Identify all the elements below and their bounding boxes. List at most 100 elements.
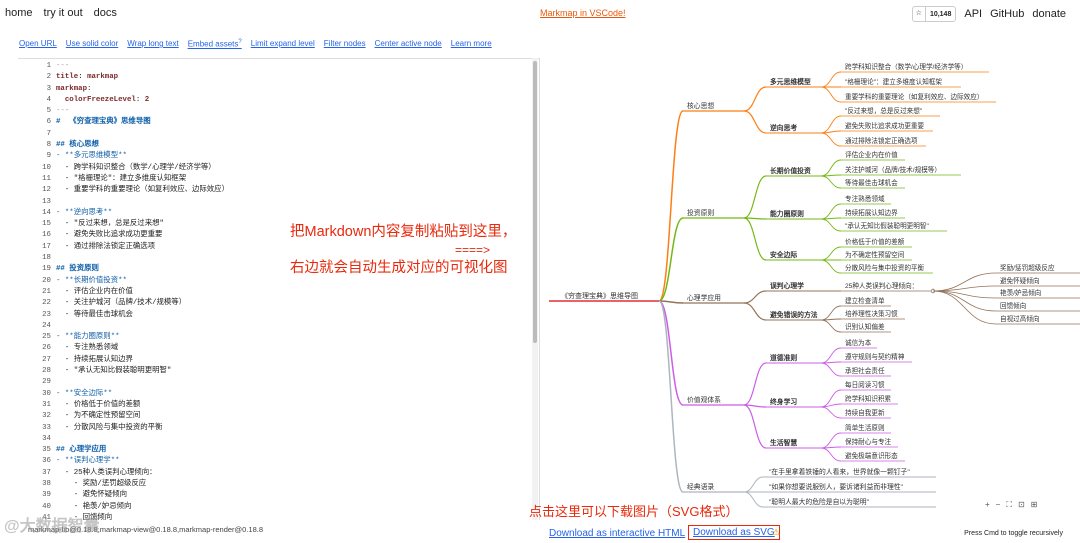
leaf-label[interactable]: 培养理性决策习惯 [845, 309, 898, 318]
code-line[interactable]: - 持续拓展认知边界 [56, 355, 526, 366]
nav-home[interactable]: home [5, 7, 33, 19]
child-label[interactable]: 安全边际 [770, 250, 797, 259]
code-line[interactable]: - **安全边际** [56, 389, 526, 400]
leaf-label[interactable]: 跨学科知识整合（数学/心理学/经济学等） [845, 62, 967, 71]
leaf-label[interactable]: 承担社会责任 [845, 366, 885, 375]
code-line[interactable]: ## 核心思想 [56, 140, 526, 151]
embed-assets-link[interactable]: Embed assets? [188, 39, 242, 49]
branch-label[interactable]: 经典语录 [687, 482, 714, 491]
nav-github[interactable]: GitHub [990, 8, 1024, 20]
sub-label[interactable]: 艳羡/妒忌倾向 [1000, 288, 1041, 297]
leaf-label[interactable]: 价格低于价值的差额 [845, 237, 905, 246]
leaf-label[interactable]: 诚信为本 [845, 338, 872, 347]
code-line[interactable]: - 价格低于价值的差额 [56, 400, 526, 411]
fit-icon[interactable]: ⛶ [1006, 500, 1012, 510]
code-line[interactable]: # 《穷查理宝典》思维导图 [56, 117, 526, 128]
markdown-editor[interactable]: 1 2 3 4 5 6 7 8 9 10 11 12 13 14 15 16 17 18 19 20 21 22 23 24 2… [18, 58, 540, 520]
code-line[interactable]: - **长期价值投资** [56, 276, 526, 287]
open-url-link[interactable]: Open URL [19, 39, 57, 49]
leaf-label[interactable]: 评估企业内在价值 [845, 150, 898, 159]
child-label[interactable]: 能力圈原则 [770, 209, 804, 218]
branch-label[interactable]: 投资原则 [687, 208, 714, 217]
sub-label[interactable]: 自视过高倾向 [1000, 314, 1040, 323]
code-line[interactable]: - 分散风险与集中投资的平衡 [56, 423, 526, 434]
child-label[interactable]: 长期价值投资 [770, 166, 811, 175]
code-line[interactable]: ## 心理学应用 [56, 445, 526, 456]
leaf-label[interactable]: 简单生活原则 [845, 423, 885, 432]
editor-scrollbar[interactable] [532, 58, 538, 520]
leaf-label[interactable]: 为不确定性预留空间 [845, 250, 905, 259]
leaf-label[interactable]: 保持耐心与专注 [845, 437, 892, 446]
code-line[interactable]: colorFreezeLevel: 2 [56, 95, 526, 106]
download-svg-link[interactable]: Download as SVG [688, 525, 780, 540]
filter-nodes-link[interactable]: Filter nodes [324, 39, 366, 49]
leaf-label[interactable]: "在手里拿着铁锤的人看来，世界就像一颗钉子" [769, 467, 910, 476]
mindmap-canvas[interactable]: 《穷查理宝典》思维导图 核心思想 多元思维模型 跨学科知识整合（数学/心理学/经济学等… [541, 58, 1080, 520]
leaf-label[interactable]: 建立检查清单 [845, 296, 885, 305]
code-line[interactable]: - 专注熟悉领域 [56, 343, 526, 354]
leaf-label[interactable]: 持续自我更新 [845, 408, 885, 417]
code-line[interactable]: - 为不确定性预留空间 [56, 411, 526, 422]
fullscreen-icon[interactable]: ⊞ [1031, 500, 1038, 510]
code-line[interactable] [56, 321, 526, 332]
leaf-label[interactable]: "如果你想要说服别人，要诉诸利益而非理性" [769, 482, 904, 491]
code-line[interactable]: - 跨学科知识整合（数学/心理学/经济学等） [56, 163, 526, 174]
nav-docs[interactable]: docs [94, 7, 117, 19]
leaf-label[interactable]: 专注熟悉领域 [845, 194, 885, 203]
code-line[interactable]: markmap: [56, 84, 526, 95]
leaf-label[interactable]: 识别认知偏差 [845, 322, 885, 331]
code-line[interactable] [56, 197, 526, 208]
code-line[interactable]: - "承认无知比假装聪明更明智" [56, 366, 526, 377]
code-area[interactable]: --- title: markmap markmap: colorFreezeLev… [56, 61, 526, 520]
leaf-label[interactable]: 等待最佳击球机会 [845, 178, 898, 187]
leaf-label[interactable]: "承认无知比假装聪明更明智" [845, 221, 929, 230]
leaf-label[interactable]: 避免极端意识形态 [845, 451, 898, 460]
code-line[interactable]: - 关注护城河（品牌/技术/规模等） [56, 298, 526, 309]
leaf-label[interactable]: "聪明人最大的危险是自以为聪明" [769, 497, 870, 506]
code-line[interactable] [56, 434, 526, 445]
scrollbar-thumb[interactable] [533, 61, 537, 343]
code-line[interactable]: title: markmap [56, 72, 526, 83]
leaf-label[interactable]: 避免失败比追求成功更重要 [845, 121, 925, 130]
code-line[interactable]: - 评估企业内在价值 [56, 287, 526, 298]
code-line[interactable]: --- [56, 61, 526, 72]
nav-donate[interactable]: donate [1032, 8, 1066, 20]
branch-label[interactable]: 价值观体系 [687, 395, 721, 404]
leaf-label[interactable]: 25种人类误判心理倾向： [845, 281, 918, 290]
code-line[interactable]: - **多元思维模型** [56, 151, 526, 162]
recurse-icon[interactable]: ⊡ [1018, 500, 1025, 510]
leaf-label[interactable]: 持续拓展认知边界 [845, 208, 898, 217]
sub-label[interactable]: 奖励/惩罚超级反应 [1000, 263, 1055, 272]
leaf-label[interactable]: 每日阅读习惯 [845, 380, 885, 389]
leaf-label[interactable]: "反过来想，总是反过来想" [845, 106, 923, 115]
leaf-label[interactable]: 跨学科知识积累 [845, 394, 892, 403]
leaf-label[interactable]: 重要学科的重要理论（如复利效应、边际效应） [845, 92, 983, 101]
sub-label[interactable]: 回馈倾向 [1000, 301, 1026, 310]
code-line[interactable] [56, 377, 526, 388]
leaf-label[interactable]: 分散风险与集中投资的平衡 [845, 263, 925, 272]
solid-color-link[interactable]: Use solid color [66, 39, 118, 49]
child-label[interactable]: 多元思维模型 [770, 77, 811, 86]
branch-label[interactable]: 核心思想 [687, 101, 714, 110]
code-line[interactable]: - 避免怀疑倾向 [56, 490, 526, 501]
leaf-label[interactable]: 通过排除法锁定正确选项 [845, 136, 918, 145]
code-line[interactable]: - 等待最佳击球机会 [56, 310, 526, 321]
code-line[interactable]: - 回馈倾向 [56, 513, 526, 520]
zoom-out-icon[interactable]: − [996, 500, 1001, 510]
vscode-banner-link[interactable]: Markmap in VSCode! [540, 8, 626, 18]
root-node-label[interactable]: 《穷查理宝典》思维导图 [561, 291, 638, 300]
child-label[interactable]: 生活智慧 [770, 438, 797, 447]
leaf-label[interactable]: 关注护城河（品牌/技术/规模等） [845, 165, 941, 174]
branch-label[interactable]: 心理学应用 [687, 293, 721, 302]
code-line[interactable]: - **逆向思考** [56, 208, 526, 219]
zoom-in-icon[interactable]: + [985, 500, 990, 510]
center-active-link[interactable]: Center active node [375, 39, 442, 49]
child-label[interactable]: 终身学习 [770, 397, 797, 406]
code-line[interactable]: - "格栅理论"：建立多维度认知框架 [56, 174, 526, 185]
child-label[interactable]: 逆向思考 [770, 123, 797, 132]
code-line[interactable] [56, 129, 526, 140]
download-html-link[interactable]: Download as interactive HTML [549, 528, 685, 539]
leaf-label[interactable]: 遵守规则与契约精神 [845, 352, 905, 361]
nav-api[interactable]: API [964, 8, 982, 20]
child-label[interactable]: 避免错误的方法 [770, 310, 818, 319]
